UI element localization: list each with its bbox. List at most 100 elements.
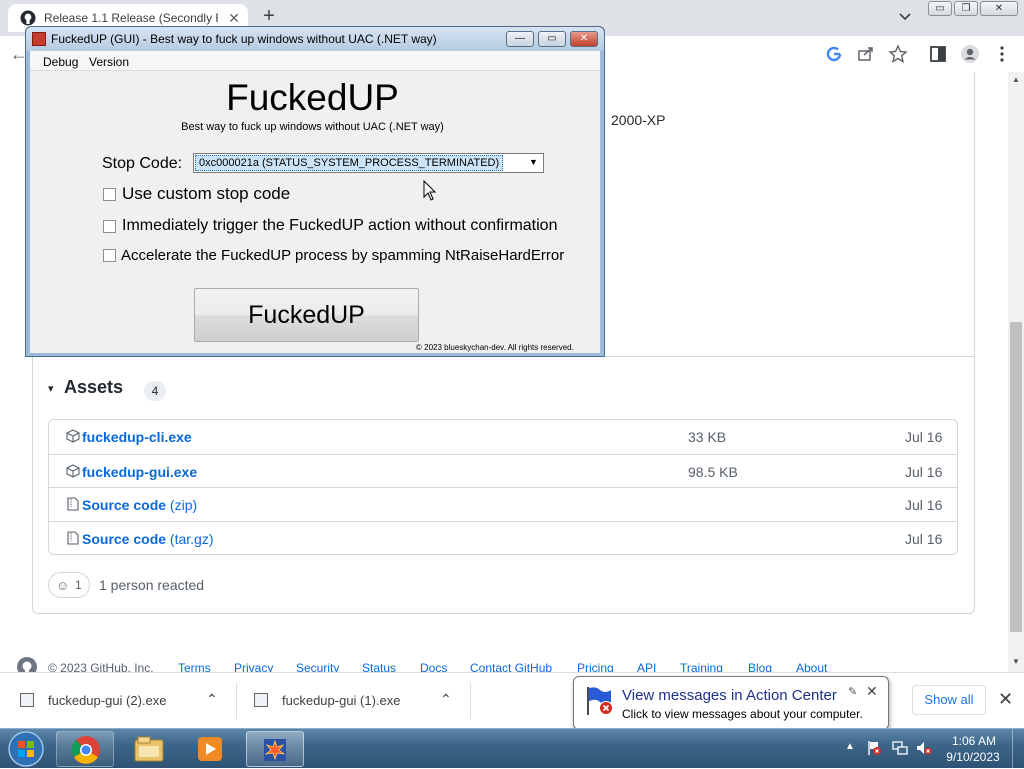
tab-search-chevron-icon[interactable] [896,8,914,26]
page-scrollbar[interactable]: ▲ ▼ [1008,72,1024,672]
media-player-icon [198,737,222,761]
asset-name: Source code [82,531,167,547]
taskbar-explorer[interactable] [120,731,178,767]
taskbar-fuckedup[interactable] [246,731,304,767]
clock-time[interactable]: 1:06 AM [946,734,1002,748]
taskbar-media-player[interactable] [182,731,240,767]
download-filename: fuckedup-gui (1).exe [282,693,401,708]
chrome-icon [72,736,100,764]
fuckedup-button[interactable]: FuckedUP [194,288,419,342]
footer-link-blog[interactable]: Blog [748,661,772,672]
github-icon [20,10,36,26]
bookmark-star-icon[interactable] [888,44,908,64]
mouse-cursor-icon [423,180,437,201]
asset-row[interactable]: fuckedup-cli.exe 33 KB Jul 16 [49,420,957,454]
footer-link-contact[interactable]: Contact GitHub [470,661,552,672]
action-center-balloon[interactable]: View messages in Action Center Click to … [573,676,889,743]
asset-date: Jul 16 [905,497,943,513]
footer-link-terms[interactable]: Terms [178,661,211,672]
reaction-button[interactable]: ☺ 1 [48,572,90,598]
site-footer: © 2023 GitHub, Inc. Terms Privacy Securi… [16,656,1006,672]
immediate-trigger-label[interactable]: Immediately trigger the FuckedUP action … [122,217,557,235]
footer-link-api[interactable]: API [637,661,656,672]
reaction-summary: 1 person reacted [99,577,205,593]
use-custom-stop-code-label[interactable]: Use custom stop code [122,184,290,204]
side-panel-icon[interactable] [928,44,948,64]
scroll-thumb[interactable] [1010,322,1022,632]
kebab-menu-icon[interactable] [992,44,1012,64]
github-icon[interactable] [16,656,38,672]
assets-heading[interactable]: Assets [64,377,123,398]
asset-date: Jul 16 [905,429,943,445]
app-copyright: © 2023 blueskychan-dev. All rights reser… [416,343,574,352]
asset-suffix: (tar.gz) [166,531,214,547]
browser-minimize-button[interactable]: ▭ [928,1,952,16]
asset-size: 33 KB [688,429,727,445]
tab-close-button[interactable]: ✕ [226,10,242,26]
assets-toggle-caret[interactable]: ▾ [48,382,54,395]
asset-link[interactable]: Source code (zip) [82,497,197,513]
close-downloads-bar-button[interactable]: ✕ [998,689,1013,710]
asset-date: Jul 16 [905,531,943,547]
footer-link-pricing[interactable]: Pricing [577,661,614,672]
scroll-down-arrow-icon[interactable]: ▼ [1011,657,1021,667]
footer-link-status[interactable]: Status [362,661,396,672]
asset-name: Source code [82,497,167,513]
profile-avatar-icon[interactable] [960,44,980,64]
footer-link-security[interactable]: Security [296,661,339,672]
browser-restore-button[interactable]: ❐ [954,1,978,16]
download-item[interactable]: fuckedup-gui (1).exe ⌃ [254,681,464,721]
asset-link[interactable]: fuckedup-gui.exe [82,464,197,480]
stop-code-dropdown[interactable]: 0xc000021a (STATUS_SYSTEM_PROCESS_TERMIN… [193,153,544,173]
download-chevron-up-icon[interactable]: ⌃ [440,691,452,708]
network-icon[interactable] [892,740,908,756]
footer-link-docs[interactable]: Docs [420,661,447,672]
minimize-button[interactable]: — [506,31,534,47]
asset-link[interactable]: Source code (tar.gz) [82,531,214,547]
accelerate-label[interactable]: Accelerate the FuckedUP process by spamm… [121,247,564,264]
immediate-trigger-checkbox[interactable] [103,220,116,233]
divider [236,683,237,719]
asset-link[interactable]: fuckedup-cli.exe [82,429,192,445]
accelerate-checkbox[interactable] [103,249,116,262]
tab-title: Release 1.1 Release (Secondly Re [44,11,218,25]
explorer-icon [134,736,164,762]
smiley-icon: ☺ [56,578,70,593]
fuckedup-app-icon [32,32,46,46]
use-custom-stop-code-checkbox[interactable] [103,188,116,201]
footer-link-privacy[interactable]: Privacy [234,661,273,672]
asset-row[interactable]: Source code (zip) Jul 16 [49,487,957,521]
download-item[interactable]: fuckedup-gui (2).exe ⌃ [20,681,230,721]
balloon-title[interactable]: View messages in Action Center [622,687,837,704]
share-icon[interactable] [856,44,876,64]
clock-date[interactable]: 9/10/2023 [940,750,1006,764]
show-all-downloads-button[interactable]: Show all [912,685,986,715]
download-chevron-up-icon[interactable]: ⌃ [206,691,218,708]
show-hidden-icons-button[interactable]: ▲ [845,741,855,752]
start-button-windows-icon[interactable] [6,730,46,768]
fuckedup-window: FuckedUP (GUI) - Best way to fuck up win… [25,26,605,357]
balloon-close-button[interactable]: ✕ [866,683,878,700]
stop-code-selected-value: 0xc000021a (STATUS_SYSTEM_PROCESS_TERMIN… [195,155,504,171]
scroll-up-arrow-icon[interactable]: ▲ [1011,75,1021,85]
action-center-tray-icon[interactable] [866,740,882,756]
menu-version[interactable]: Version [89,55,129,69]
dropdown-arrow-icon[interactable]: ▼ [529,157,538,167]
maximize-button[interactable]: ▭ [538,31,566,47]
browser-close-button[interactable]: ✕ [980,1,1018,16]
new-tab-button[interactable]: + [258,6,280,28]
show-desktop-button[interactable] [1012,729,1024,769]
taskbar-chrome[interactable] [56,731,114,767]
footer-link-about[interactable]: About [796,661,827,672]
google-icon[interactable] [824,44,844,64]
asset-date: Jul 16 [905,464,943,480]
fuckedup-titlebar[interactable]: FuckedUP (GUI) - Best way to fuck up win… [26,27,604,51]
asset-row[interactable]: fuckedup-gui.exe 98.5 KB Jul 16 [49,454,957,488]
menu-debug[interactable]: Debug [43,55,78,69]
balloon-options-icon[interactable]: ✎ [848,685,857,698]
window-title: FuckedUP (GUI) - Best way to fuck up win… [51,32,437,46]
close-button[interactable]: ✕ [570,31,598,47]
volume-muted-icon[interactable] [916,740,932,756]
footer-link-training[interactable]: Training [680,661,723,672]
asset-row[interactable]: Source code (tar.gz) Jul 16 [49,521,957,555]
